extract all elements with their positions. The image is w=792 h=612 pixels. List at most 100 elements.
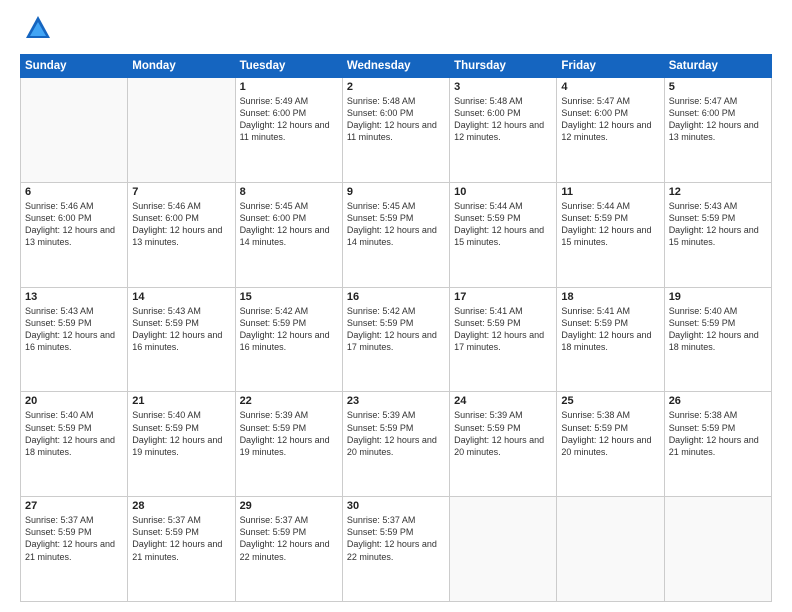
header xyxy=(20,16,772,44)
day-number: 18 xyxy=(561,291,659,303)
day-info: Sunrise: 5:37 AM Sunset: 5:59 PM Dayligh… xyxy=(347,514,445,563)
day-number: 20 xyxy=(25,395,123,407)
day-number: 29 xyxy=(240,500,338,512)
calendar-body: 1 Sunrise: 5:49 AM Sunset: 6:00 PM Daylig… xyxy=(21,78,772,602)
day-cell: 5 Sunrise: 5:47 AM Sunset: 6:00 PM Daylig… xyxy=(664,78,771,183)
day-cell: 21 Sunrise: 5:40 AM Sunset: 5:59 PM Dayli… xyxy=(128,392,235,497)
day-number: 19 xyxy=(669,291,767,303)
day-cell xyxy=(21,78,128,183)
day-cell: 18Sunrise: 5:41 AM Sunset: 5:59 PM Dayli… xyxy=(557,287,664,392)
day-info: Sunrise: 5:39 AM Sunset: 5:59 PM Dayligh… xyxy=(347,409,445,458)
day-number: 5 xyxy=(669,81,767,93)
day-info: Sunrise: 5:39 AM Sunset: 5:59 PM Dayligh… xyxy=(240,409,338,458)
day-cell: 9 Sunrise: 5:45 AM Sunset: 5:59 PM Daylig… xyxy=(342,182,449,287)
day-info: Sunrise: 5:44 AM Sunset: 5:59 PM Dayligh… xyxy=(454,200,552,249)
header-cell-monday: Monday xyxy=(128,55,235,78)
day-cell: 8Sunrise: 5:45 AM Sunset: 6:00 PM Daylig… xyxy=(235,182,342,287)
day-number: 26 xyxy=(669,395,767,407)
day-info: Sunrise: 5:38 AM Sunset: 5:59 PM Dayligh… xyxy=(669,409,767,458)
week-row-0: 1 Sunrise: 5:49 AM Sunset: 6:00 PM Daylig… xyxy=(21,78,772,183)
day-cell: 4 Sunrise: 5:47 AM Sunset: 6:00 PM Daylig… xyxy=(557,78,664,183)
day-info: Sunrise: 5:46 AM Sunset: 6:00 PM Dayligh… xyxy=(25,200,123,249)
day-cell: 16 Sunrise: 5:42 AM Sunset: 5:59 PM Dayli… xyxy=(342,287,449,392)
day-info: Sunrise: 5:49 AM Sunset: 6:00 PM Dayligh… xyxy=(240,95,338,144)
day-cell: 30 Sunrise: 5:37 AM Sunset: 5:59 PM Dayli… xyxy=(342,497,449,602)
day-number: 7 xyxy=(132,186,230,198)
day-number: 15 xyxy=(240,291,338,303)
day-cell xyxy=(557,497,664,602)
day-cell: 17 Sunrise: 5:41 AM Sunset: 5:59 PM Dayli… xyxy=(450,287,557,392)
day-cell: 6 Sunrise: 5:46 AM Sunset: 6:00 PM Daylig… xyxy=(21,182,128,287)
day-cell: 11 Sunrise: 5:44 AM Sunset: 5:59 PM Dayli… xyxy=(557,182,664,287)
day-number: 16 xyxy=(347,291,445,303)
day-info: Sunrise: 5:40 AM Sunset: 5:59 PM Dayligh… xyxy=(132,409,230,458)
header-cell-sunday: Sunday xyxy=(21,55,128,78)
day-info: Sunrise: 5:39 AM Sunset: 5:59 PM Dayligh… xyxy=(454,409,552,458)
day-info: Sunrise: 5:37 AM Sunset: 5:59 PM Dayligh… xyxy=(240,514,338,563)
day-number: 14 xyxy=(132,291,230,303)
logo-icon xyxy=(24,14,52,42)
day-info: Sunrise: 5:41 AM Sunset: 5:59 PM Dayligh… xyxy=(454,305,552,354)
week-row-4: 27 Sunrise: 5:37 AM Sunset: 5:59 PM Dayli… xyxy=(21,497,772,602)
day-number: 3 xyxy=(454,81,552,93)
day-cell: 2Sunrise: 5:48 AM Sunset: 6:00 PM Daylig… xyxy=(342,78,449,183)
day-cell: 25 Sunrise: 5:38 AM Sunset: 5:59 PM Dayli… xyxy=(557,392,664,497)
day-cell: 23 Sunrise: 5:39 AM Sunset: 5:59 PM Dayli… xyxy=(342,392,449,497)
day-number: 17 xyxy=(454,291,552,303)
day-info: Sunrise: 5:47 AM Sunset: 6:00 PM Dayligh… xyxy=(561,95,659,144)
logo xyxy=(20,16,52,44)
day-info: Sunrise: 5:45 AM Sunset: 6:00 PM Dayligh… xyxy=(240,200,338,249)
day-info: Sunrise: 5:37 AM Sunset: 5:59 PM Dayligh… xyxy=(25,514,123,563)
day-cell xyxy=(128,78,235,183)
day-number: 23 xyxy=(347,395,445,407)
header-cell-wednesday: Wednesday xyxy=(342,55,449,78)
day-cell: 19 Sunrise: 5:40 AM Sunset: 5:59 PM Dayli… xyxy=(664,287,771,392)
day-number: 6 xyxy=(25,186,123,198)
day-info: Sunrise: 5:40 AM Sunset: 5:59 PM Dayligh… xyxy=(669,305,767,354)
day-info: Sunrise: 5:45 AM Sunset: 5:59 PM Dayligh… xyxy=(347,200,445,249)
day-info: Sunrise: 5:44 AM Sunset: 5:59 PM Dayligh… xyxy=(561,200,659,249)
header-cell-thursday: Thursday xyxy=(450,55,557,78)
day-number: 21 xyxy=(132,395,230,407)
day-info: Sunrise: 5:47 AM Sunset: 6:00 PM Dayligh… xyxy=(669,95,767,144)
header-row: SundayMondayTuesdayWednesdayThursdayFrid… xyxy=(21,55,772,78)
day-cell: 15 Sunrise: 5:42 AM Sunset: 5:59 PM Dayli… xyxy=(235,287,342,392)
day-cell: 20 Sunrise: 5:40 AM Sunset: 5:59 PM Dayli… xyxy=(21,392,128,497)
day-number: 1 xyxy=(240,81,338,93)
day-cell: 24 Sunrise: 5:39 AM Sunset: 5:59 PM Dayli… xyxy=(450,392,557,497)
day-cell: 1 Sunrise: 5:49 AM Sunset: 6:00 PM Daylig… xyxy=(235,78,342,183)
day-number: 13 xyxy=(25,291,123,303)
day-info: Sunrise: 5:42 AM Sunset: 5:59 PM Dayligh… xyxy=(240,305,338,354)
day-info: Sunrise: 5:48 AM Sunset: 6:00 PM Dayligh… xyxy=(454,95,552,144)
day-info: Sunrise: 5:48 AM Sunset: 6:00 PM Dayligh… xyxy=(347,95,445,144)
header-cell-tuesday: Tuesday xyxy=(235,55,342,78)
day-info: Sunrise: 5:40 AM Sunset: 5:59 PM Dayligh… xyxy=(25,409,123,458)
day-info: Sunrise: 5:38 AM Sunset: 5:59 PM Dayligh… xyxy=(561,409,659,458)
week-row-3: 20 Sunrise: 5:40 AM Sunset: 5:59 PM Dayli… xyxy=(21,392,772,497)
header-cell-saturday: Saturday xyxy=(664,55,771,78)
day-number: 30 xyxy=(347,500,445,512)
day-number: 4 xyxy=(561,81,659,93)
day-cell: 26 Sunrise: 5:38 AM Sunset: 5:59 PM Dayli… xyxy=(664,392,771,497)
day-info: Sunrise: 5:43 AM Sunset: 5:59 PM Dayligh… xyxy=(669,200,767,249)
day-cell: 14Sunrise: 5:43 AM Sunset: 5:59 PM Dayli… xyxy=(128,287,235,392)
day-cell: 13 Sunrise: 5:43 AM Sunset: 5:59 PM Dayli… xyxy=(21,287,128,392)
day-cell: 3 Sunrise: 5:48 AM Sunset: 6:00 PM Daylig… xyxy=(450,78,557,183)
day-info: Sunrise: 5:37 AM Sunset: 5:59 PM Dayligh… xyxy=(132,514,230,563)
day-cell: 28 Sunrise: 5:37 AM Sunset: 5:59 PM Dayli… xyxy=(128,497,235,602)
day-cell: 7Sunrise: 5:46 AM Sunset: 6:00 PM Daylig… xyxy=(128,182,235,287)
calendar-header: SundayMondayTuesdayWednesdayThursdayFrid… xyxy=(21,55,772,78)
day-number: 27 xyxy=(25,500,123,512)
header-cell-friday: Friday xyxy=(557,55,664,78)
calendar-table: SundayMondayTuesdayWednesdayThursdayFrid… xyxy=(20,54,772,602)
day-info: Sunrise: 5:42 AM Sunset: 5:59 PM Dayligh… xyxy=(347,305,445,354)
day-number: 9 xyxy=(347,186,445,198)
day-number: 11 xyxy=(561,186,659,198)
day-cell: 29 Sunrise: 5:37 AM Sunset: 5:59 PM Dayli… xyxy=(235,497,342,602)
day-number: 24 xyxy=(454,395,552,407)
day-info: Sunrise: 5:43 AM Sunset: 5:59 PM Dayligh… xyxy=(25,305,123,354)
day-number: 22 xyxy=(240,395,338,407)
day-number: 25 xyxy=(561,395,659,407)
day-number: 28 xyxy=(132,500,230,512)
day-cell: 27 Sunrise: 5:37 AM Sunset: 5:59 PM Dayli… xyxy=(21,497,128,602)
